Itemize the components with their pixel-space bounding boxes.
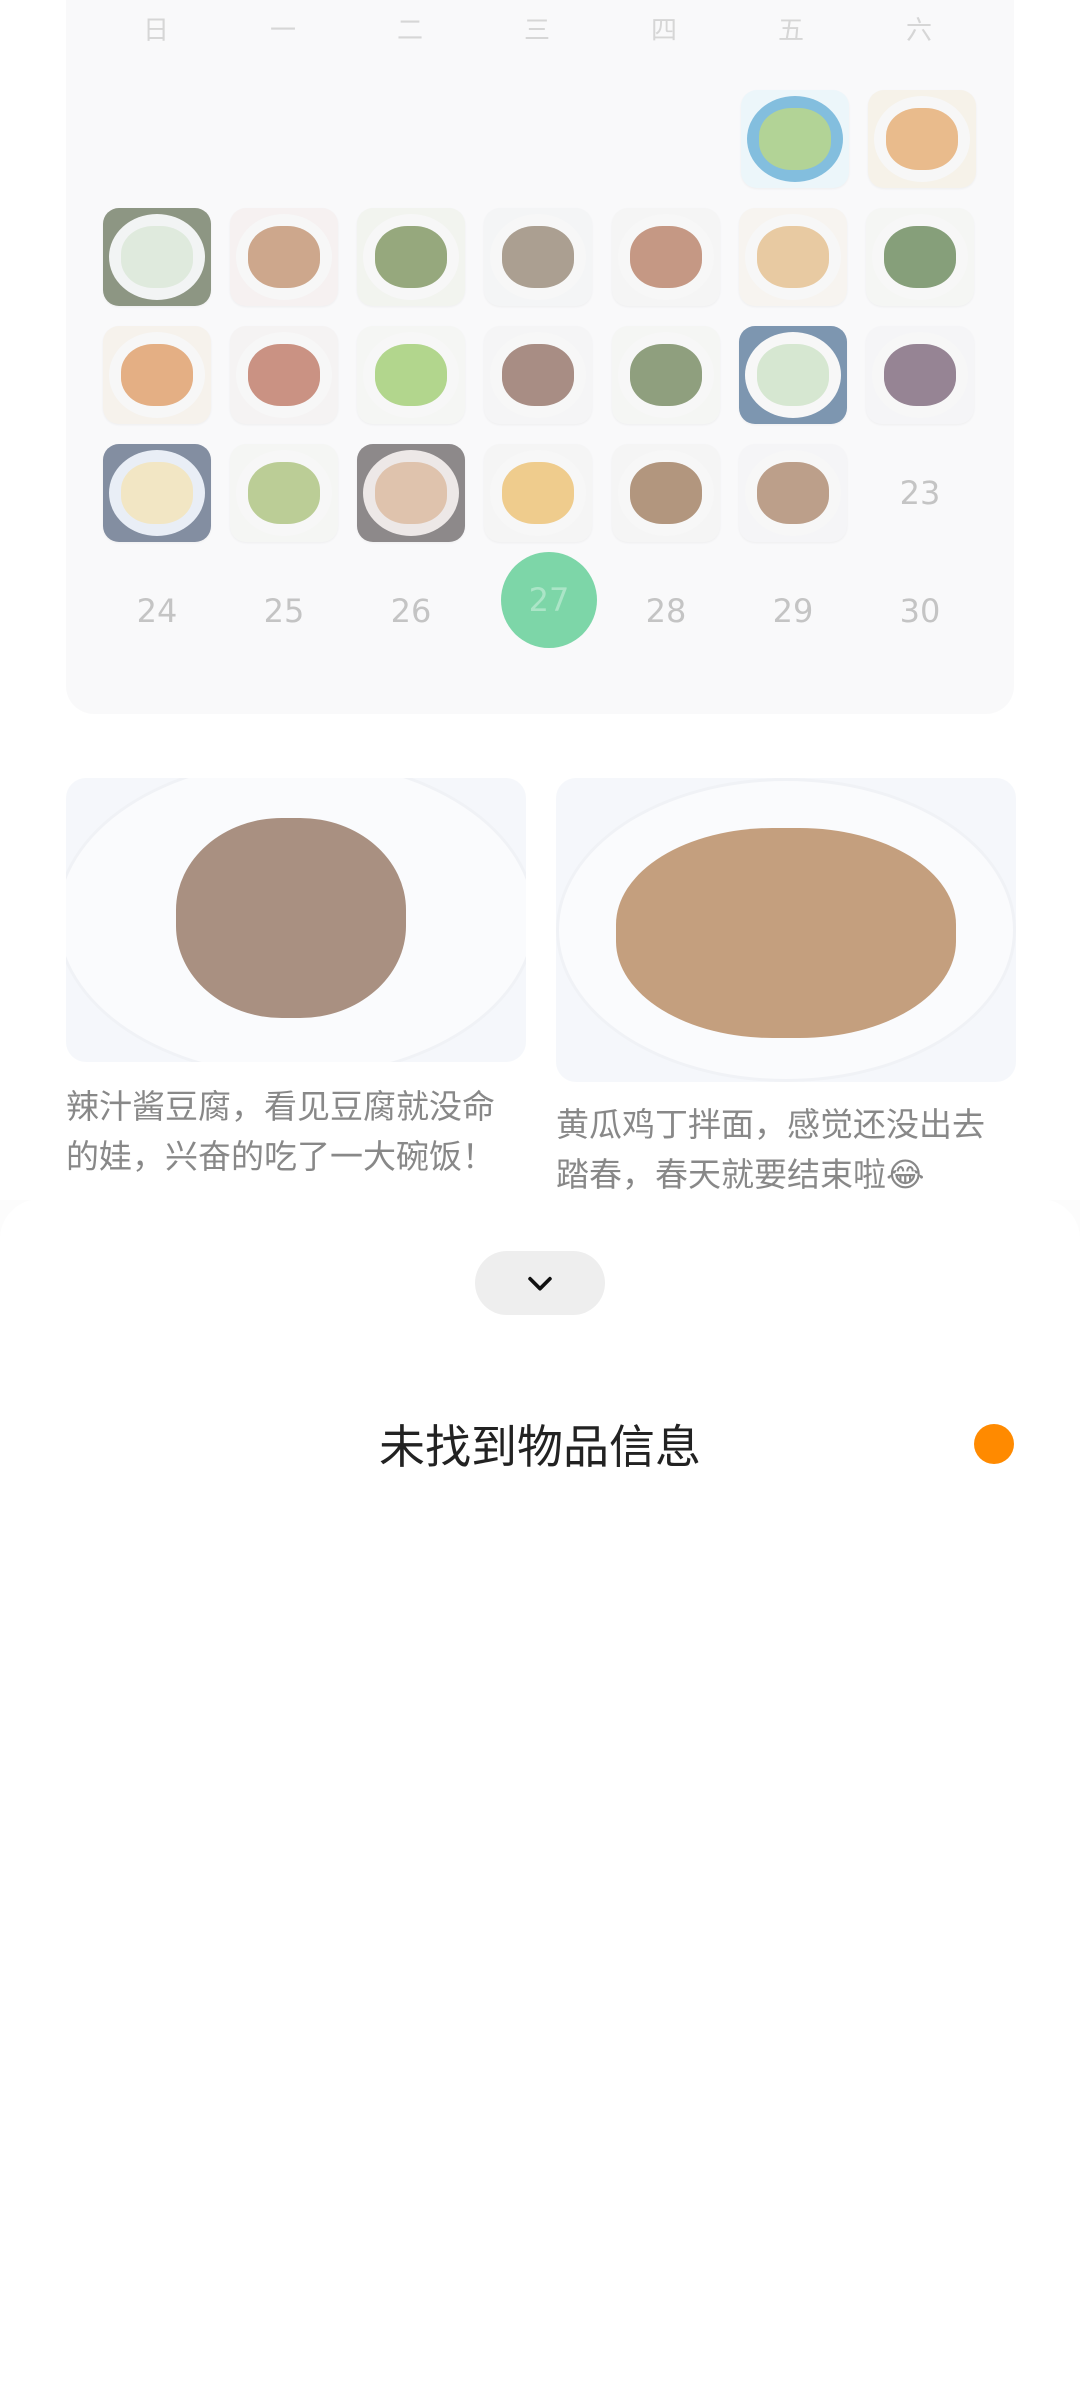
- empty-result-message: 未找到物品信息: [379, 1420, 701, 1474]
- status-indicator-dot: [974, 1424, 1014, 1464]
- bottom-sheet: 未找到物品信息: [0, 1199, 1080, 2400]
- chevron-down-icon: [528, 1276, 552, 1291]
- collapse-sheet-button[interactable]: [475, 1251, 605, 1315]
